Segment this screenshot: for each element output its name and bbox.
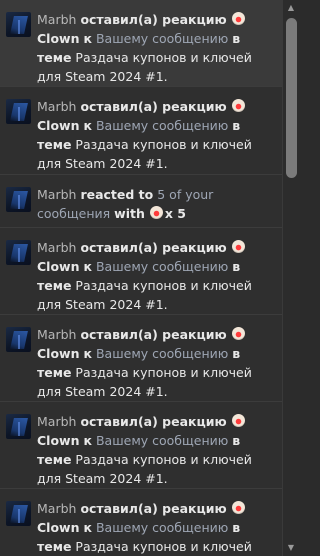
- message-link[interactable]: Вашему сообщению: [96, 346, 228, 361]
- with-text: with: [114, 206, 145, 221]
- notification-text: Marbh оставил(а) реакцию Clown к Вашему …: [37, 412, 272, 488]
- notification-item[interactable]: Marbh оставил(а) реакцию Clown к Вашему …: [0, 228, 282, 315]
- avatar[interactable]: [6, 501, 31, 526]
- username-link[interactable]: Marbh: [37, 12, 76, 27]
- notification-item[interactable]: Marbh оставил(а) реакцию Clown к Вашему …: [0, 315, 282, 402]
- reaction-count: x 5: [164, 206, 186, 221]
- reacted-to-text: reacted to: [80, 187, 154, 202]
- message-link[interactable]: Вашему сообщению: [96, 520, 228, 535]
- notifications-panel: Marbh оставил(а) реакцию Clown к Вашему …: [0, 0, 300, 556]
- reaction-name: Clown: [37, 520, 80, 535]
- preposition: к: [83, 118, 92, 133]
- action-text: оставил(а) реакцию: [80, 414, 227, 429]
- avatar[interactable]: [6, 327, 31, 352]
- of-your-text: of your: [169, 187, 214, 202]
- notification-text: Marbh оставил(а) реакцию Clown к Вашему …: [37, 238, 272, 314]
- preposition: к: [83, 433, 92, 448]
- username-link[interactable]: Marbh: [37, 99, 76, 114]
- avatar[interactable]: [6, 187, 31, 212]
- reaction-name: Clown: [37, 346, 80, 361]
- notification-text: Marbh оставил(а) реакцию Clown к Вашему …: [37, 499, 272, 556]
- scrollbar-thumb[interactable]: [286, 18, 297, 178]
- preposition: к: [83, 520, 92, 535]
- notification-text: Marbh оставил(а) реакцию Clown к Вашему …: [37, 325, 272, 401]
- notification-list: Marbh оставил(а) реакцию Clown к Вашему …: [0, 0, 282, 556]
- message-link[interactable]: Вашему сообщению: [96, 259, 228, 274]
- reaction-name: Clown: [37, 31, 80, 46]
- notification-item[interactable]: Marbh оставил(а) реакцию Clown к Вашему …: [0, 87, 282, 175]
- reaction-name: Clown: [37, 118, 80, 133]
- action-text: оставил(а) реакцию: [80, 240, 227, 255]
- username-link[interactable]: Marbh: [37, 414, 76, 429]
- avatar[interactable]: [6, 240, 31, 265]
- clown-icon: [231, 327, 245, 340]
- username-link[interactable]: Marbh: [37, 501, 76, 516]
- clown-icon: [231, 99, 245, 112]
- avatar[interactable]: [6, 99, 31, 124]
- reaction-name: Clown: [37, 433, 80, 448]
- clown-icon: [231, 12, 245, 25]
- preposition: к: [83, 31, 92, 46]
- action-text: оставил(а) реакцию: [80, 327, 227, 342]
- scrollbar[interactable]: ▲ ▼: [282, 0, 300, 556]
- clown-icon: [231, 501, 245, 514]
- avatar[interactable]: [6, 414, 31, 439]
- clown-icon: [231, 240, 245, 253]
- clown-icon: [149, 206, 163, 219]
- messages-link[interactable]: сообщения: [37, 206, 110, 221]
- action-text: оставил(а) реакцию: [80, 12, 227, 27]
- username-link[interactable]: Marbh: [37, 240, 76, 255]
- message-link[interactable]: Вашему сообщению: [96, 118, 228, 133]
- notification-item[interactable]: Marbh оставил(а) реакцию Clown к Вашему …: [0, 489, 282, 556]
- action-text: оставил(а) реакцию: [80, 99, 227, 114]
- reaction-name: Clown: [37, 259, 80, 274]
- scroll-up-arrow-icon[interactable]: ▲: [286, 3, 296, 13]
- message-link[interactable]: Вашему сообщению: [96, 31, 228, 46]
- clown-icon: [231, 414, 245, 427]
- preposition: к: [83, 259, 92, 274]
- notification-text: Marbh оставил(а) реакцию Clown к Вашему …: [37, 10, 272, 86]
- username-link[interactable]: Marbh: [37, 187, 76, 202]
- notification-item[interactable]: Marbh reacted to 5 of your сообщения wit…: [0, 175, 282, 228]
- avatar[interactable]: [6, 12, 31, 37]
- notification-item[interactable]: Marbh оставил(а) реакцию Clown к Вашему …: [0, 402, 282, 489]
- scroll-down-arrow-icon[interactable]: ▼: [286, 543, 296, 553]
- preposition: к: [83, 346, 92, 361]
- notification-item[interactable]: Marbh оставил(а) реакцию Clown к Вашему …: [0, 0, 282, 87]
- count-link[interactable]: 5: [157, 187, 165, 202]
- notification-text: Marbh оставил(а) реакцию Clown к Вашему …: [37, 97, 272, 173]
- action-text: оставил(а) реакцию: [80, 501, 227, 516]
- username-link[interactable]: Marbh: [37, 327, 76, 342]
- message-link[interactable]: Вашему сообщению: [96, 433, 228, 448]
- notification-text: Marbh reacted to 5 of your сообщения wit…: [37, 185, 272, 223]
